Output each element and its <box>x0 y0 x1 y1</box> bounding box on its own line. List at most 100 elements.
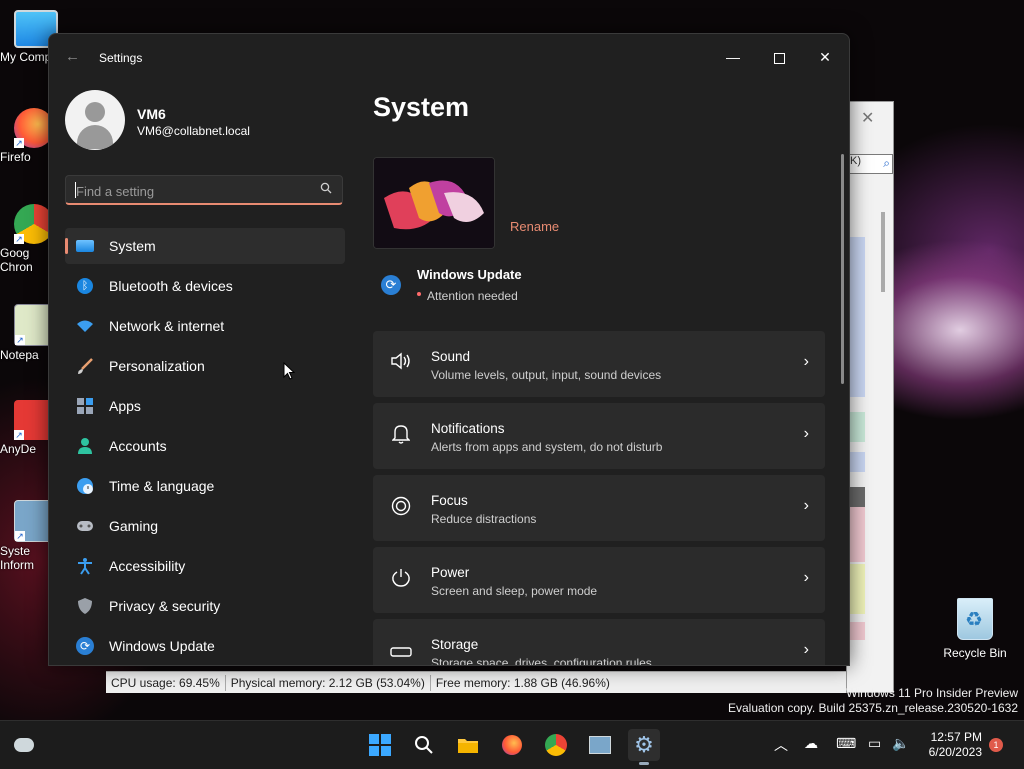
user-name: VM6 <box>137 106 166 122</box>
recycle-bin-label: Recycle Bin <box>943 646 1007 660</box>
maximize-icon <box>773 52 785 64</box>
nav-item-network[interactable]: Network & internet <box>65 308 345 344</box>
gear-icon: ⚙ <box>634 732 654 757</box>
windows-update-title[interactable]: Windows Update <box>417 267 522 282</box>
title-bar[interactable]: ← Settings — ✕ <box>49 34 849 80</box>
windows-watermark: Windows 11 Pro Insider Preview Evaluatio… <box>728 686 1018 716</box>
windows-logo-icon <box>369 734 391 756</box>
nav-item-bluetooth[interactable]: ᛒ Bluetooth & devices <box>65 268 345 304</box>
keyboard-icon[interactable]: ⌨ <box>836 735 856 752</box>
nav-item-label: Apps <box>109 398 141 414</box>
network-icon[interactable]: ▭ <box>868 735 881 752</box>
mouse-pointer-icon <box>283 362 295 380</box>
system-info-taskbar-button[interactable] <box>584 729 616 761</box>
nav-item-accounts[interactable]: Accounts <box>65 428 345 464</box>
bell-icon <box>389 424 413 448</box>
storage-icon <box>389 640 413 664</box>
gamepad-icon <box>75 516 95 536</box>
card-power[interactable]: Power Screen and sleep, power mode › <box>373 547 825 613</box>
taskbar: ⚙ ︿ ☁ ⌨ ▭ 🔈 12:57 PM 6/20/2023 1 <box>0 720 1024 769</box>
nav-item-privacy-security[interactable]: Privacy & security <box>65 588 345 624</box>
nav-item-label: System <box>109 238 156 254</box>
chevron-right-icon: › <box>803 497 809 514</box>
nav-item-personalization[interactable]: Personalization <box>65 348 345 384</box>
background-search-input[interactable]: K) ⌕ <box>849 154 893 174</box>
nav-item-label: Personalization <box>109 358 205 374</box>
card-title: Notifications <box>431 421 505 436</box>
chrome-taskbar-button[interactable] <box>540 729 572 761</box>
cpu-usage: CPU usage: 69.45% <box>106 674 226 691</box>
chevron-up-icon[interactable]: ︿ <box>774 735 788 755</box>
card-subtitle: Screen and sleep, power mode <box>431 584 598 598</box>
paintbrush-icon <box>75 356 95 376</box>
chrome-icon <box>545 734 567 756</box>
attention-dot <box>417 292 421 296</box>
back-arrow-icon[interactable]: ← <box>65 48 80 65</box>
onedrive-icon[interactable]: ☁ <box>804 735 818 752</box>
chevron-right-icon: › <box>803 425 809 442</box>
focus-icon <box>389 496 413 520</box>
search-icon <box>415 736 433 754</box>
clock-date: 6/20/2023 <box>928 745 982 759</box>
search-icon[interactable]: ⌕ <box>883 156 890 171</box>
maximize-button[interactable] <box>757 42 801 72</box>
clock-time: 12:57 PM <box>930 730 982 744</box>
find-setting-search[interactable] <box>65 175 343 205</box>
globe-clock-icon <box>75 476 95 496</box>
watermark-line2: Evaluation copy. Build 25375.zn_release.… <box>728 701 1018 715</box>
update-icon: ⟳ <box>75 636 95 656</box>
nav-item-gaming[interactable]: Gaming <box>65 508 345 544</box>
background-row-strip <box>849 507 865 562</box>
start-button[interactable] <box>364 729 396 761</box>
weather-widget-icon[interactable] <box>8 729 40 761</box>
card-title: Storage <box>431 637 479 652</box>
background-scrollbar[interactable] <box>881 212 885 292</box>
nav-item-accessibility[interactable]: Accessibility <box>65 548 345 584</box>
settings-nav: System ᛒ Bluetooth & devices Network & i… <box>65 228 345 665</box>
nav-item-time-language[interactable]: Time & language <box>65 468 345 504</box>
power-icon <box>389 568 413 592</box>
card-focus[interactable]: Focus Reduce distractions › <box>373 475 825 541</box>
settings-window[interactable]: ← Settings — ✕ VM6 VM6@collabnet.local S… <box>48 33 850 666</box>
window-title: Settings <box>99 51 143 65</box>
background-search-text: K) <box>850 155 861 167</box>
chevron-right-icon: › <box>803 641 809 658</box>
free-memory: Free memory: 1.88 GB (46.96%) <box>435 675 610 690</box>
card-notifications[interactable]: Notifications Alerts from apps and syste… <box>373 403 825 469</box>
nav-item-system[interactable]: System <box>65 228 345 264</box>
firefox-taskbar-button[interactable] <box>496 729 528 761</box>
nav-item-windows-update[interactable]: ⟳ Windows Update <box>65 628 345 664</box>
system-clock[interactable]: 12:57 PM 6/20/2023 <box>920 730 982 760</box>
nav-item-apps[interactable]: Apps <box>65 388 345 424</box>
minimize-button[interactable]: — <box>711 42 755 72</box>
notification-badge[interactable]: 1 <box>989 738 1003 752</box>
background-window[interactable]: ✕ K) ⌕ <box>846 101 894 693</box>
card-sound[interactable]: Sound Volume levels, output, input, soun… <box>373 331 825 397</box>
search-button[interactable] <box>408 729 440 761</box>
card-subtitle: Alerts from apps and system, do not dist… <box>431 440 663 454</box>
rename-link[interactable]: Rename <box>510 219 559 234</box>
file-explorer-button[interactable] <box>452 729 484 761</box>
card-storage[interactable]: Storage Storage space, drives, configura… <box>373 619 825 665</box>
folder-icon <box>458 739 478 753</box>
search-icon[interactable] <box>320 182 332 197</box>
desktop-icon-recycle-bin[interactable]: Recycle Bin <box>940 598 1010 660</box>
nav-item-label: Time & language <box>109 478 215 494</box>
settings-cards: Sound Volume levels, output, input, soun… <box>373 331 825 665</box>
wifi-icon <box>75 316 95 336</box>
search-input[interactable] <box>74 180 308 202</box>
watermark-line1: Windows 11 Pro Insider Preview <box>846 686 1018 700</box>
nav-item-label: Bluetooth & devices <box>109 278 233 294</box>
card-subtitle: Reduce distractions <box>431 512 537 526</box>
user-email: VM6@collabnet.local <box>137 124 250 138</box>
card-title: Power <box>431 565 470 580</box>
content-scrollbar[interactable] <box>841 154 844 384</box>
volume-icon[interactable]: 🔈 <box>892 735 909 752</box>
background-row-strip <box>849 622 865 640</box>
settings-taskbar-button[interactable]: ⚙ <box>628 729 660 765</box>
close-icon[interactable]: ✕ <box>861 108 874 128</box>
nav-item-label: Windows Update <box>109 638 215 654</box>
bluetooth-icon: ᛒ <box>75 276 95 296</box>
close-button[interactable]: ✕ <box>803 42 847 72</box>
nav-item-label: Privacy & security <box>109 598 221 614</box>
